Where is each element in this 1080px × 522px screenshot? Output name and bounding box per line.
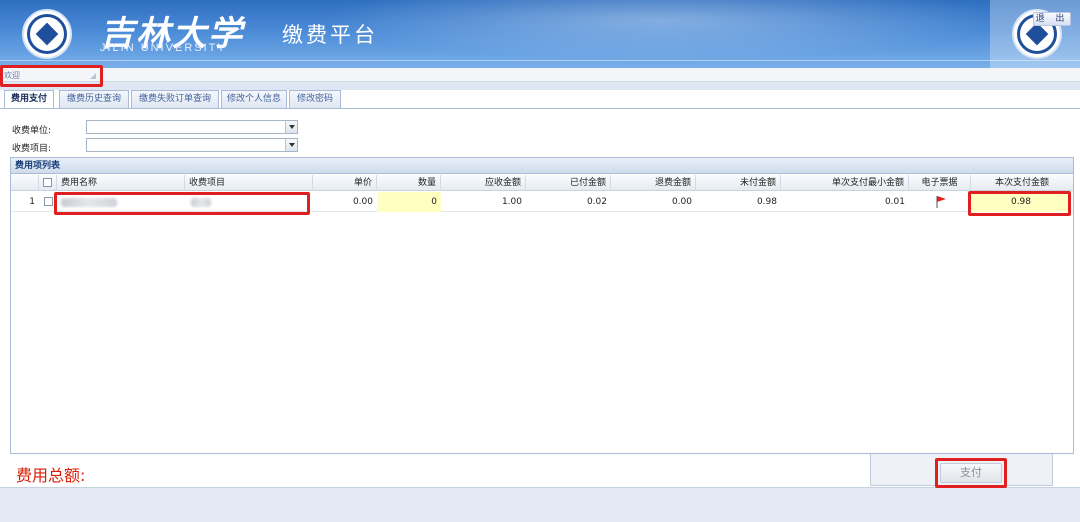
annotation-fee-name	[54, 192, 310, 215]
col-refund[interactable]: 退费金额	[611, 175, 696, 191]
fee-item-label: 收费项目:	[12, 144, 52, 154]
welcome-bar	[0, 68, 1080, 82]
header-divider	[0, 60, 1080, 61]
col-receivable[interactable]: 应收金额	[441, 175, 526, 191]
tab-edit-profile[interactable]: 修改个人信息	[221, 90, 287, 108]
logout-button[interactable]: 退 出	[1033, 12, 1071, 26]
min-payment-cell: 0.01	[884, 197, 905, 207]
receivable-cell: 1.00	[501, 197, 522, 207]
chevron-down-icon[interactable]	[285, 139, 297, 151]
unpaid-cell: 0.98	[756, 197, 777, 207]
grid-header: 费用名称 收费项目 单价 数量 应收金额 已付金额 退费金额 未付金额 单次支付…	[11, 175, 1073, 191]
quantity-cell[interactable]: 0	[377, 192, 441, 212]
bottom-bar	[0, 487, 1080, 522]
page-title: 缴费平台	[282, 23, 378, 47]
annotation-this-payment	[968, 191, 1071, 216]
tab-change-password[interactable]: 修改密码	[289, 90, 341, 108]
fee-item-select[interactable]	[86, 138, 298, 152]
university-logo-english: JILIN UNIVERSITY	[100, 42, 227, 54]
row-number: 1	[29, 197, 35, 207]
select-all-checkbox[interactable]	[43, 178, 52, 187]
university-emblem-icon	[22, 9, 72, 59]
row-checkbox[interactable]	[44, 197, 53, 206]
annotation-welcome	[0, 65, 103, 87]
col-unit-price[interactable]: 单价	[313, 175, 377, 191]
app-header: 吉林大学 JILIN UNIVERSITY 缴费平台 退 出	[0, 0, 1080, 68]
red-flag-icon[interactable]	[936, 196, 946, 208]
col-e-invoice[interactable]: 电子票据	[909, 175, 971, 191]
header-glow	[260, 0, 1060, 68]
row-number-header	[11, 175, 39, 191]
annotation-pay-button	[935, 458, 1007, 488]
select-all-header	[39, 175, 57, 191]
unit-price-cell: 0.00	[352, 197, 373, 207]
tab-divider	[0, 108, 1080, 109]
chevron-down-icon[interactable]	[285, 121, 297, 133]
col-fee-name[interactable]: 费用名称	[57, 175, 185, 191]
toolbar-strip	[0, 82, 1080, 90]
col-unpaid[interactable]: 未付金额	[696, 175, 781, 191]
col-paid[interactable]: 已付金额	[526, 175, 611, 191]
tab-payment-history[interactable]: 缴费历史查询	[59, 90, 129, 108]
tab-failed-orders[interactable]: 缴费失败订单查询	[131, 90, 219, 108]
col-quantity[interactable]: 数量	[377, 175, 441, 191]
paid-cell: 0.02	[586, 197, 607, 207]
fee-unit-select[interactable]	[86, 120, 298, 134]
fee-unit-label: 收费单位:	[12, 126, 52, 136]
col-fee-item[interactable]: 收费项目	[185, 175, 313, 191]
col-min-payment[interactable]: 单次支付最小金额	[781, 175, 909, 191]
total-amount-label: 费用总额:	[16, 466, 86, 485]
refund-cell: 0.00	[671, 197, 692, 207]
panel-title: 费用项列表	[11, 158, 1073, 174]
col-this-payment[interactable]: 本次支付金额	[971, 175, 1073, 191]
tab-fee-payment[interactable]: 费用支付	[4, 90, 54, 109]
